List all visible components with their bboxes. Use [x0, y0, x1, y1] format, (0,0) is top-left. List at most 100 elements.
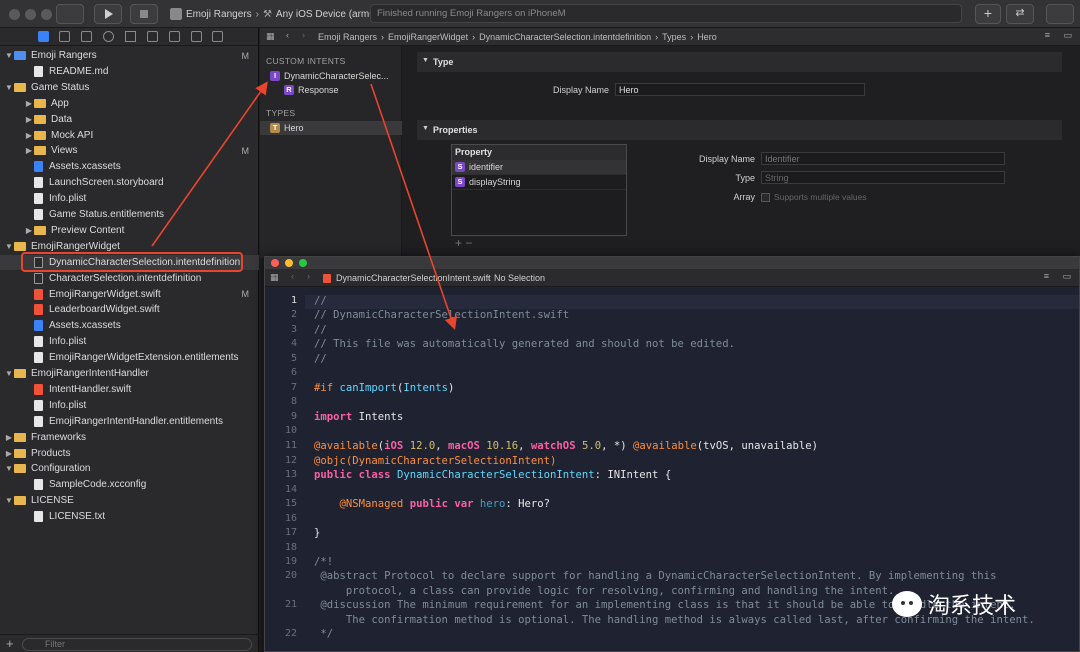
line-number: 21 [284, 599, 297, 610]
grid-icon[interactable]: ▦ [266, 31, 275, 42]
property-badge-icon: S [455, 177, 465, 187]
add-property-icon[interactable]: + − [455, 236, 472, 250]
add-editor-icon[interactable]: ▭ [1063, 30, 1072, 41]
zoom-window-icon[interactable] [41, 9, 52, 20]
symbol-icon[interactable] [81, 31, 92, 42]
forward-icon[interactable]: › [307, 271, 310, 281]
display-name-field[interactable]: Hero [615, 83, 865, 96]
tree-item[interactable]: LaunchScreen.storyboard [0, 175, 259, 190]
filter-input[interactable]: Filter [22, 638, 252, 651]
code-review-icon[interactable]: ⇄ [1006, 4, 1034, 24]
properties-section-header[interactable]: ▼ Properties [417, 120, 1062, 140]
swift-file-icon [323, 274, 331, 283]
crumb-group[interactable]: EmojiRangerWidget [388, 32, 468, 42]
forward-icon[interactable]: › [302, 30, 305, 40]
disclosure-down-icon[interactable]: ▼ [4, 242, 14, 251]
disclosure-down-icon[interactable]: ▼ [4, 464, 14, 473]
zoom-window-icon[interactable] [299, 259, 307, 267]
scheme-selector[interactable]: Emoji Rangers › ⚒ Any iOS Device (arm64) [170, 5, 384, 23]
intent-row[interactable]: I DynamicCharacterSelec... [260, 69, 402, 83]
add-icon[interactable]: + [6, 636, 14, 651]
tree-item[interactable]: Info.plist [0, 191, 259, 206]
grid-icon[interactable]: ▦ [270, 272, 279, 283]
disclosure-right-icon[interactable]: ▶ [24, 226, 34, 235]
tree-item[interactable]: EmojiRangerWidget.swift M [0, 287, 259, 302]
minimize-window-icon[interactable] [285, 259, 293, 267]
tree-item[interactable]: ▼ EmojiRangerWidget [0, 239, 259, 254]
tree-item[interactable]: README.md [0, 64, 259, 79]
back-icon[interactable]: ‹ [286, 30, 289, 40]
disclosure-right-icon[interactable]: ▶ [24, 99, 34, 108]
tree-item[interactable]: ▶ App [0, 96, 259, 111]
prop-type-select[interactable]: String [761, 171, 1005, 184]
run-button[interactable] [94, 4, 122, 24]
find-icon[interactable] [103, 31, 114, 42]
close-window-icon[interactable] [9, 9, 20, 20]
tree-item[interactable]: Assets.xcassets [0, 318, 259, 333]
tree-item[interactable]: ▼ Configuration [0, 461, 259, 476]
debug-icon[interactable] [169, 31, 180, 42]
source-control-icon[interactable] [59, 31, 70, 42]
code-selection[interactable]: No Selection [494, 273, 545, 283]
disclosure-down-icon[interactable]: ▼ [4, 496, 14, 505]
prop-display-name-field[interactable]: Identifier [761, 152, 1005, 165]
response-row[interactable]: R Response [260, 83, 402, 97]
tree-item[interactable]: LeaderboardWidget.swift [0, 302, 259, 317]
minimize-window-icon[interactable] [25, 9, 36, 20]
breakpoint-icon[interactable] [191, 31, 202, 42]
crumb-project[interactable]: Emoji Rangers [318, 32, 377, 42]
test-icon[interactable] [147, 31, 158, 42]
tree-item[interactable]: ▼ Emoji Rangers M [0, 48, 259, 63]
tree-item[interactable]: Assets.xcassets [0, 159, 259, 174]
tree-item[interactable]: ▼ LICENSE [0, 493, 259, 508]
type-section-header[interactable]: ▼ Type [417, 52, 1062, 72]
destination-name[interactable]: Any iOS Device (arm64) [276, 9, 384, 20]
tree-item[interactable]: SampleCode.xcconfig [0, 477, 259, 492]
disclosure-right-icon[interactable]: ▶ [24, 115, 34, 124]
tree-item[interactable]: DynamicCharacterSelection.intentdefiniti… [0, 254, 259, 270]
tree-item[interactable]: ▼ Game Status [0, 80, 259, 95]
disclosure-down-icon[interactable]: ▼ [4, 369, 14, 378]
tree-item[interactable]: ▶ Frameworks [0, 430, 259, 445]
crumb-types[interactable]: Types [662, 32, 686, 42]
disclosure-right-icon[interactable]: ▶ [4, 449, 14, 458]
disclosure-down-icon[interactable]: ▼ [4, 51, 14, 60]
property-row[interactable]: S displayString [452, 175, 626, 190]
tree-item[interactable]: IntentHandler.swift [0, 382, 259, 397]
stop-button[interactable] [130, 4, 158, 24]
crumb-file[interactable]: DynamicCharacterSelection.intentdefiniti… [479, 32, 651, 42]
tree-item[interactable]: LICENSE.txt [0, 509, 259, 524]
tree-item[interactable]: ▼ EmojiRangerIntentHandler [0, 366, 259, 381]
tree-item[interactable]: Info.plist [0, 398, 259, 413]
supports-multiple-checkbox[interactable]: Supports multiple values [761, 192, 867, 202]
toggle-navigator-button[interactable] [56, 4, 84, 24]
tree-item[interactable]: Game Status.entitlements [0, 207, 259, 222]
editor-options-icon[interactable]: ≡ [1045, 30, 1050, 40]
code-filename[interactable]: DynamicCharacterSelectionIntent.swift [336, 273, 491, 283]
tree-item[interactable]: ▶ Preview Content [0, 223, 259, 238]
tree-item[interactable]: Info.plist [0, 334, 259, 349]
disclosure-down-icon[interactable]: ▼ [4, 83, 14, 92]
back-icon[interactable]: ‹ [291, 271, 294, 281]
issue-icon[interactable] [125, 31, 136, 42]
editor-options-icon[interactable]: ≡ [1044, 271, 1049, 281]
disclosure-right-icon[interactable]: ▶ [24, 146, 34, 155]
toggle-inspector-button[interactable] [1046, 4, 1074, 24]
tree-item[interactable]: ▶ Data [0, 112, 259, 127]
add-editor-icon[interactable]: ▭ [1062, 271, 1071, 282]
tree-item[interactable]: ▶ Mock API [0, 128, 259, 143]
tree-item[interactable]: CharacterSelection.intentdefinition [0, 271, 259, 286]
crumb-hero[interactable]: Hero [697, 32, 717, 42]
disclosure-right-icon[interactable]: ▶ [24, 131, 34, 140]
tree-item[interactable]: ▶ Views M [0, 143, 259, 158]
tree-item[interactable]: EmojiRangerIntentHandler.entitlements [0, 414, 259, 429]
library-plus-icon[interactable]: + [975, 4, 1001, 24]
close-window-icon[interactable] [271, 259, 279, 267]
type-hero-row[interactable]: T Hero [260, 121, 402, 135]
folder-icon[interactable] [38, 31, 49, 42]
tree-item[interactable]: EmojiRangerWidgetExtension.entitlements [0, 350, 259, 365]
report-icon[interactable] [212, 31, 223, 42]
disclosure-right-icon[interactable]: ▶ [4, 433, 14, 442]
tree-item[interactable]: ▶ Products [0, 446, 259, 461]
property-row[interactable]: S identifier [452, 160, 626, 175]
